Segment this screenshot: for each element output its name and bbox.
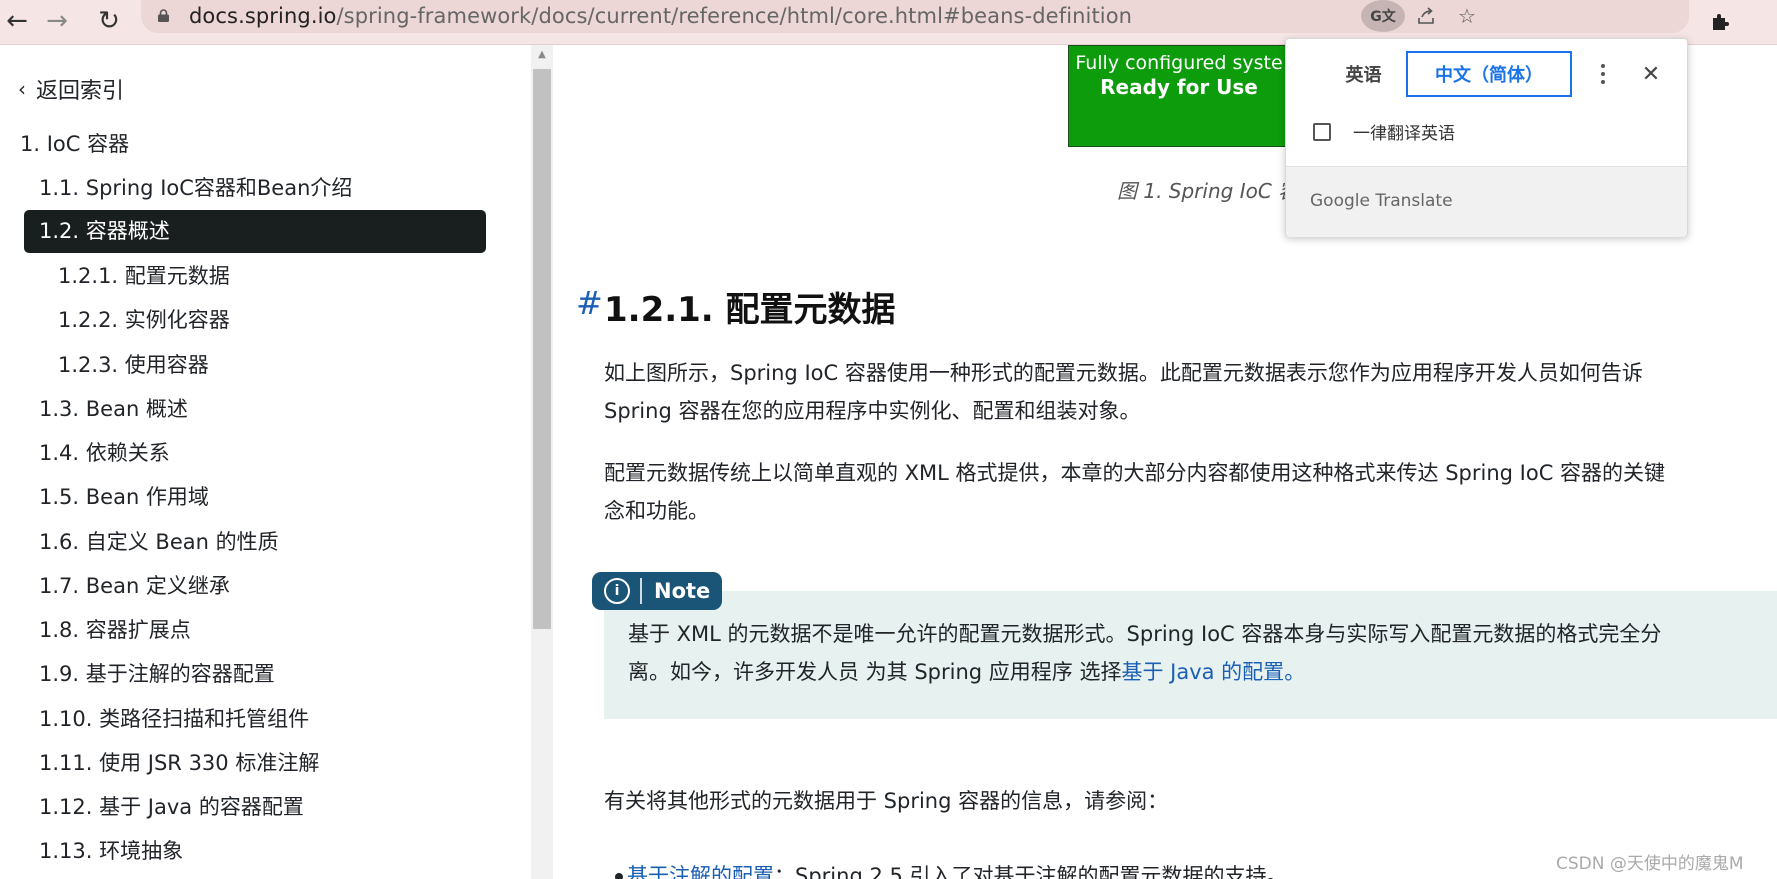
paragraph-2-line2: 念和功能。 (604, 499, 709, 523)
more-options-icon[interactable] (1588, 57, 1618, 91)
source-language-tab[interactable]: 英语 (1311, 51, 1416, 97)
note-badge-divider (640, 578, 642, 604)
figure-text-line2: Ready for Use (1100, 75, 1258, 99)
back-to-index-link[interactable]: ‹ 返回索引 (18, 73, 124, 105)
toc-item-ioc-intro[interactable]: 1.1. Spring IoC容器和Bean介绍 (39, 173, 352, 203)
figure-text-line1: Fully configured syste (1075, 52, 1283, 74)
back-to-index-label: 返回索引 (36, 79, 125, 104)
paragraph-1-line2: Spring 容器在您的应用程序中实例化、配置和组装对象。 (604, 399, 1141, 423)
toc-item-customizing-bean[interactable]: 1.6. 自定义 Bean 的性质 (39, 527, 279, 557)
toc-item-jsr330[interactable]: 1.11. 使用 JSR 330 标准注解 (39, 748, 319, 778)
scrollbar-thumb[interactable] (533, 69, 551, 629)
toc-sidebar: ‹ 返回索引 1. IoC 容器 1.1. Spring IoC容器和Bean介… (0, 45, 530, 879)
toc-item-bean-overview[interactable]: 1.3. Bean 概述 (39, 394, 188, 424)
chevron-left-icon: ‹ (18, 77, 26, 101)
google-translate-logo: Google Translate (1310, 191, 1453, 211)
toc-item-ioc-container[interactable]: 1. IoC 容器 (20, 129, 129, 159)
toc-item-java-config[interactable]: 1.12. 基于 Java 的容器配置 (39, 792, 304, 822)
always-translate-label: 一律翻译英语 (1353, 124, 1455, 144)
sidebar-scrollbar[interactable]: ▲ (531, 45, 553, 879)
scroll-up-arrow-icon[interactable]: ▲ (531, 49, 553, 60)
toc-item-classpath-scanning[interactable]: 1.10. 类路径扫描和托管组件 (39, 704, 309, 734)
toc-item-dependencies[interactable]: 1.4. 依赖关系 (39, 438, 170, 468)
popup-footer: Google Translate (1286, 166, 1687, 237)
translate-popup: 英语 中文（简体） ✕ 一律翻译英语 Google Translate (1285, 38, 1688, 237)
always-translate-checkbox[interactable] (1313, 123, 1331, 141)
paragraph-2-line1: 配置元数据传统上以简单直观的 XML 格式提供，本章的大部分内容都使用这种格式来… (604, 461, 1666, 485)
note-line2: 离。如今，许多开发人员 为其 Spring 应用程序 选择基于 Java 的配置… (628, 653, 1661, 691)
forward-arrow-icon[interactable]: → (40, 4, 74, 38)
toc-item-container-overview[interactable]: 1.2. 容器概述 (24, 210, 486, 253)
toc-item-environment[interactable]: 1.13. 环境抽象 (39, 836, 183, 866)
url-path: /spring-framework/docs/current/reference… (336, 4, 1133, 28)
share-icon[interactable] (1411, 1, 1441, 31)
section-title: 1.2.1. 配置元数据 (604, 290, 896, 330)
note-line2-text: 离。如今，许多开发人员 为其 Spring 应用程序 选择 (628, 660, 1122, 684)
toc-item-instantiate-container[interactable]: 1.2.2. 实例化容器 (58, 305, 230, 335)
extensions-icon[interactable] (1705, 6, 1735, 36)
list-item-text: ：Spring 2.5 引入了对基于注解的配置元数据的支持。 (774, 864, 1288, 879)
java-config-link[interactable]: 基于 Java 的配置 (1121, 660, 1284, 684)
figure-caption: 图 1. Spring IoC 容 (1117, 179, 1299, 203)
close-icon[interactable]: ✕ (1636, 57, 1666, 91)
note-badge: i Note (592, 572, 723, 610)
annotation-config-link[interactable]: 基于注解的配置 (627, 864, 774, 879)
translate-icon[interactable]: G文 (1361, 0, 1405, 32)
note-text: 基于 XML 的元数据不是唯一允许的配置元数据形式。Spring IoC 容器本… (628, 615, 1661, 691)
url-host: docs.spring.io (189, 4, 337, 28)
paragraph-3: 有关将其他形式的元数据用于 Spring 容器的信息，请参阅： (604, 789, 1169, 813)
note-admonition: 基于 XML 的元数据不是唯一允许的配置元数据形式。Spring IoC 容器本… (604, 591, 1777, 719)
toc-item-bean-inheritance[interactable]: 1.7. Bean 定义继承 (39, 571, 230, 601)
address-bar[interactable]: docs.spring.io/spring-framework/docs/cur… (141, 0, 1689, 33)
toc-item-use-container[interactable]: 1.2.3. 使用容器 (58, 350, 209, 380)
watermark: CSDN @天使中的魔鬼M (1556, 854, 1744, 874)
back-arrow-icon[interactable]: ← (0, 4, 34, 38)
toc-item-config-metadata[interactable]: 1.2.1. 配置元数据 (58, 261, 230, 291)
toc-item-extension-points[interactable]: 1.8. 容器扩展点 (39, 615, 191, 645)
info-icon: i (604, 578, 630, 604)
toc-item-annotation-config[interactable]: 1.9. 基于注解的容器配置 (39, 659, 275, 689)
target-language-tab[interactable]: 中文（简体） (1406, 51, 1572, 97)
star-icon[interactable]: ☆ (1452, 1, 1482, 31)
toc-item-bean-scopes[interactable]: 1.5. Bean 作用域 (39, 482, 209, 512)
figure-diagram: Fully configured syste Ready for Use (1068, 45, 1290, 147)
note-line2-end: 。 (1284, 660, 1306, 684)
note-line1: 基于 XML 的元数据不是唯一允许的配置元数据形式。Spring IoC 容器本… (628, 622, 1662, 646)
list-item: 基于注解的配置：Spring 2.5 引入了对基于注解的配置元数据的支持。 (627, 860, 1288, 879)
paragraph-1-line1: 如上图所示，Spring IoC 容器使用一种形式的配置元数据。此配置元数据表示… (604, 361, 1643, 385)
url-text[interactable]: docs.spring.io/spring-framework/docs/cur… (189, 4, 1132, 28)
reload-icon[interactable]: ↻ (92, 4, 126, 38)
section-anchor-link[interactable]: # (576, 284, 603, 322)
bullet-point-icon (615, 873, 623, 879)
lock-icon[interactable] (157, 9, 170, 22)
note-label: Note (654, 579, 711, 603)
